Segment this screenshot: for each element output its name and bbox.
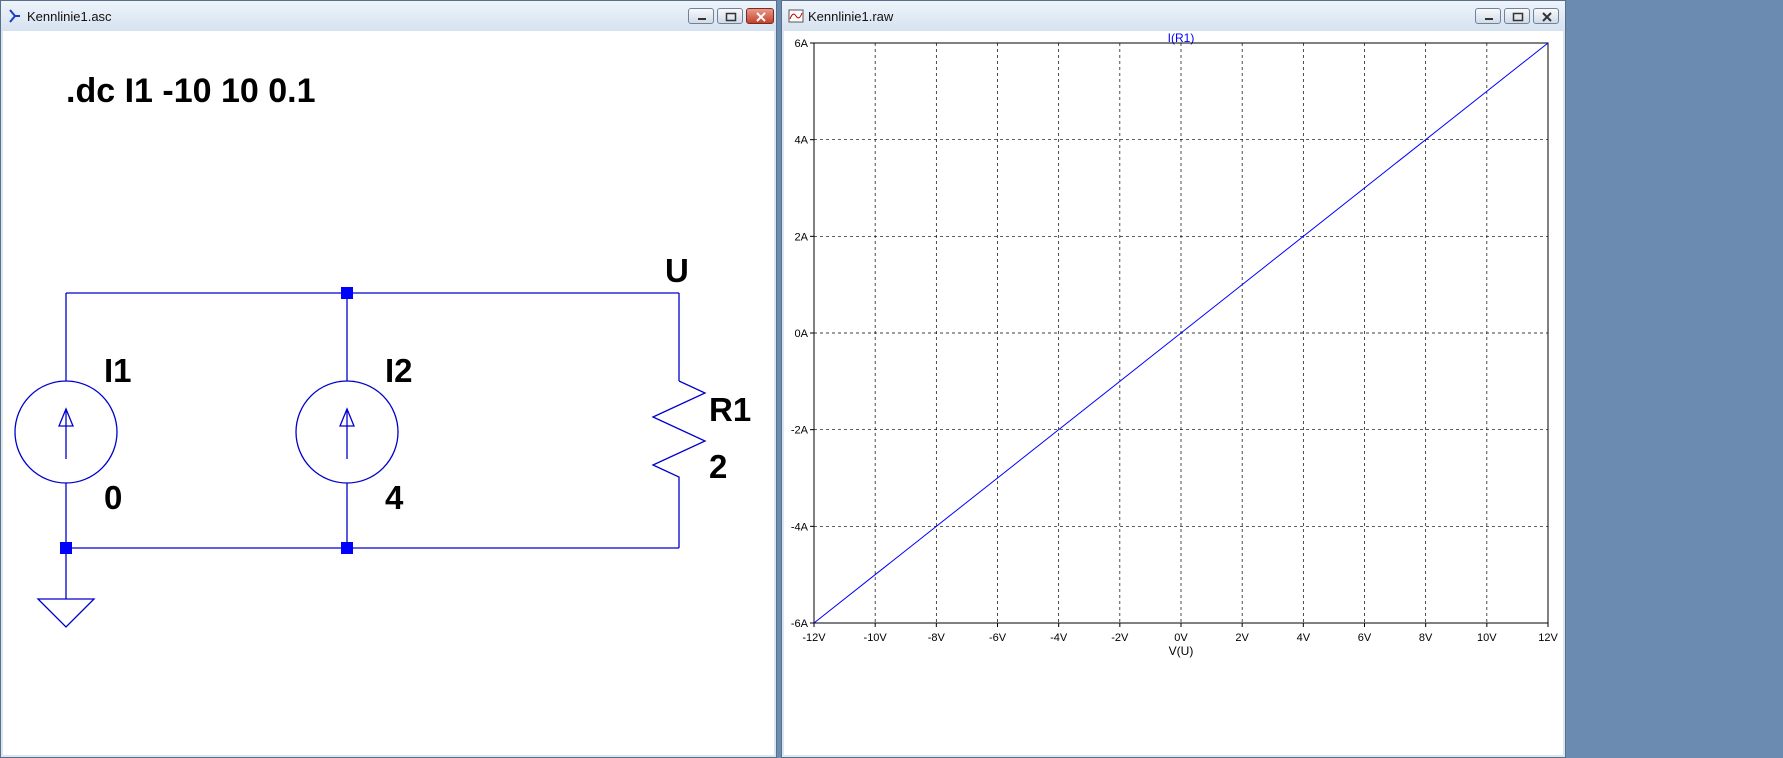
minimize-icon [698, 18, 706, 20]
net-label-u[interactable]: U [665, 252, 689, 289]
schematic-window-title: Kennlinie1.asc [27, 9, 112, 24]
y-tick-label: -2A [791, 425, 809, 437]
x-tick-label: 10V [1477, 632, 1497, 644]
junction-dot [341, 287, 353, 299]
x-tick-label: -8V [928, 632, 946, 644]
x-tick-label: -4V [1050, 632, 1068, 644]
ltspice-schematic-icon [9, 9, 20, 23]
x-tick-label: 8V [1419, 632, 1433, 644]
x-tick-label: 6V [1358, 632, 1372, 644]
ground-icon[interactable] [36, 598, 96, 628]
close-icon [1542, 12, 1552, 22]
x-tick-label: -10V [864, 632, 888, 644]
i1-name-label[interactable]: I1 [104, 352, 132, 389]
schematic-drawing: .dc I1 -10 10 0.1 U I1 0 I2 4 R1 2 [14, 72, 751, 628]
junction-dot [341, 542, 353, 554]
maximize-button[interactable] [717, 8, 743, 24]
plot-titlebar[interactable]: Kennlinie1.raw [782, 1, 1565, 31]
y-tick-label: -6A [791, 618, 809, 630]
schematic-canvas[interactable]: .dc I1 -10 10 0.1 U I1 0 I2 4 R1 2 [3, 31, 774, 755]
junction-dot [60, 542, 72, 554]
minimize-button[interactable] [688, 8, 714, 24]
maximize-button[interactable] [1504, 8, 1530, 24]
x-tick-label: 12V [1538, 632, 1558, 644]
current-source-i1[interactable] [14, 380, 118, 484]
plot-window: Kennlinie1.raw I(R1) V(U) -12V -10V -8V -6V… [781, 0, 1566, 758]
dc-sweep-directive[interactable]: .dc I1 -10 10 0.1 [66, 72, 316, 110]
maximize-icon [1512, 12, 1524, 22]
x-tick-label: -12V [802, 632, 826, 644]
x-tick-label: -6V [989, 632, 1007, 644]
schematic-window: Kennlinie1.asc .dc I1 -10 10 0.1 U I1 0 … [0, 0, 777, 758]
y-tick-label: 0A [795, 328, 809, 340]
y-tick-label: 2A [795, 231, 809, 243]
y-tick-label: 4A [795, 135, 809, 147]
minimize-icon [1485, 18, 1493, 20]
close-button[interactable] [1533, 8, 1559, 24]
i2-value-label[interactable]: 4 [385, 479, 404, 516]
i2-name-label[interactable]: I2 [385, 352, 413, 389]
resistor-r1[interactable] [651, 380, 707, 484]
r1-name-label[interactable]: R1 [709, 391, 751, 428]
maximize-icon [725, 12, 737, 22]
i1-value-label[interactable]: 0 [104, 479, 122, 516]
iv-characteristic-plot[interactable]: I(R1) V(U) -12V -10V -8V -6V -4V -2V 0V 2V 4V 6V 8… [784, 31, 1563, 755]
x-tick-label: 2V [1235, 632, 1249, 644]
x-tick-label: -2V [1111, 632, 1129, 644]
current-source-i2[interactable] [295, 380, 399, 484]
y-tick-label: 6A [795, 38, 809, 50]
minimize-button[interactable] [1475, 8, 1501, 24]
x-tick-label: 0V [1174, 632, 1188, 644]
close-icon [756, 12, 766, 22]
x-axis-label[interactable]: V(U) [1169, 644, 1194, 658]
r1-value-label[interactable]: 2 [709, 448, 727, 485]
waveform-viewer-icon [788, 9, 804, 23]
plot-pane[interactable]: I(R1) V(U) -12V -10V -8V -6V -4V -2V 0V 2V 4V 6V 8… [784, 31, 1563, 755]
x-tick-label: 4V [1297, 632, 1311, 644]
plot-window-title: Kennlinie1.raw [808, 9, 894, 24]
close-button[interactable] [746, 8, 774, 24]
schematic-titlebar[interactable]: Kennlinie1.asc [1, 1, 776, 31]
y-tick-label: -4A [791, 521, 809, 533]
